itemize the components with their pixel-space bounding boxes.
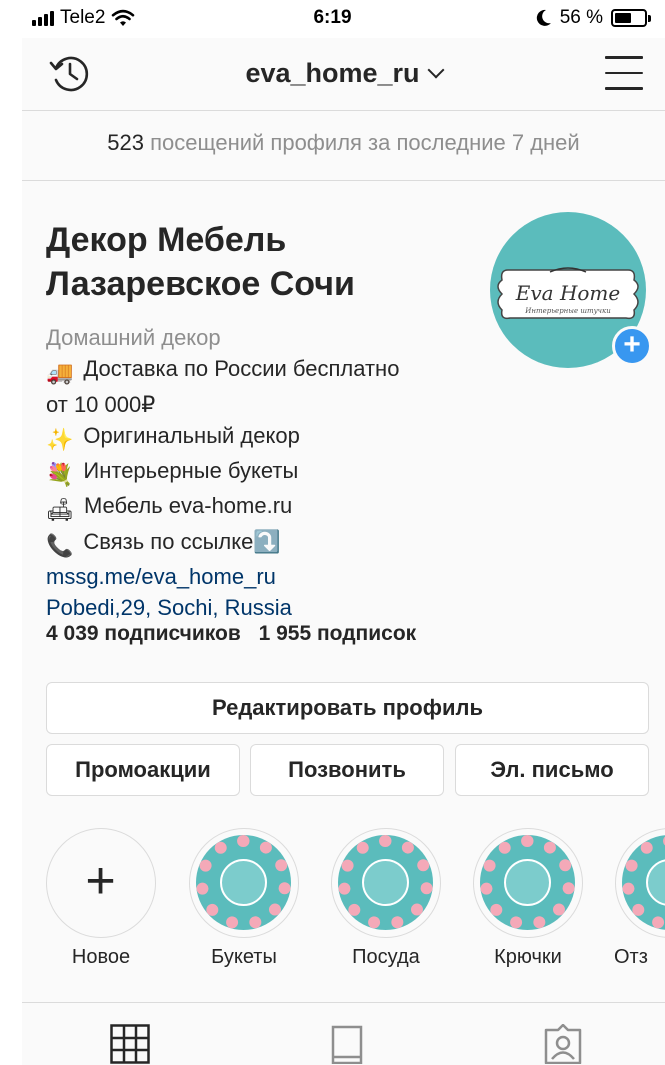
edit-profile-button[interactable]: Редактировать профиль — [46, 682, 649, 734]
profile-address[interactable]: Pobedi,29, Sochi, Russia — [46, 592, 506, 623]
profile-bio: Домашний декор 🚚 Доставка по России беспл… — [46, 322, 506, 624]
followers-count[interactable]: 4 039 подписчиков — [46, 622, 241, 645]
highlight-cover — [480, 835, 575, 930]
plus-icon: + — [85, 852, 116, 910]
profile-name-line1: Декор Мебель — [46, 221, 287, 259]
grid-icon[interactable] — [110, 1024, 150, 1064]
add-story-plus-icon[interactable]: + — [612, 326, 652, 366]
username-dropdown[interactable]: eva_home_ru — [22, 58, 665, 89]
highlight-label: Букеты — [211, 946, 277, 968]
truck-icon: 🚚 — [46, 360, 74, 386]
highlight-label: Новое — [71, 946, 131, 968]
highlight-cover — [196, 835, 291, 930]
bio-line: от 10 000₽ — [46, 389, 506, 420]
profile-stats: 4 039 подписчиков 1 955 подписок — [46, 622, 428, 646]
bio-line-text: Связь по ссылке⤵️ — [83, 528, 281, 554]
hamburger-menu-icon[interactable] — [605, 56, 643, 90]
profile-link[interactable]: mssg.me/eva_home_ru — [46, 561, 506, 592]
feed-icon[interactable] — [327, 1024, 367, 1064]
tagged-icon[interactable] — [543, 1024, 583, 1064]
status-bar: Tele2 6:19 56 % — [0, 0, 665, 38]
bio-line-text: Доставка по России бесплатно — [83, 356, 400, 382]
battery-fill — [615, 13, 631, 23]
profile-tabs — [22, 1004, 665, 1065]
bio-line-text: Мебель eva-home.ru — [83, 493, 293, 519]
following-count[interactable]: 1 955 подписок — [259, 622, 417, 645]
nav-divider — [22, 110, 665, 111]
flower-icon — [220, 859, 267, 906]
eva-home-logo: Eva Home Интерьерные штучки — [497, 267, 639, 320]
status-right: 56 % — [536, 7, 651, 29]
bio-line: 🛋 Мебель eva-home.ru — [46, 490, 506, 525]
logo-text: Eva Home — [515, 281, 620, 305]
profile-name-line2: Лазаревское Сочи — [46, 265, 355, 303]
bio-line: 📞 Связь по ссылке⤵️ — [46, 526, 506, 561]
highlight-cover — [622, 835, 665, 930]
bouquet-icon: 💐 — [46, 462, 74, 488]
highlight-hooks[interactable] — [473, 828, 583, 938]
highlight-dishes[interactable] — [331, 828, 441, 938]
highlight-new[interactable]: + — [46, 828, 156, 938]
battery-icon — [611, 9, 651, 27]
chevron-down-icon — [427, 61, 445, 79]
visits-divider — [22, 180, 665, 181]
username: eva_home_ru — [245, 58, 420, 88]
highlight-bouquets[interactable] — [189, 828, 299, 938]
bio-line-text: Интерьерные букеты — [83, 458, 299, 484]
cup-icon — [362, 859, 409, 906]
bio-line: 🚚 Доставка по России бесплатно — [46, 353, 506, 388]
moon-icon — [536, 9, 551, 26]
hook-icon — [504, 859, 551, 906]
call-button[interactable]: Позвонить — [250, 744, 444, 796]
instagram-profile-screen: Tele2 6:19 56 % eva_home_ru 523 посещени… — [0, 0, 665, 1065]
promotions-button[interactable]: Промоакции — [46, 744, 240, 796]
highlight-cover — [338, 835, 433, 930]
sparkles-icon: ✨ — [46, 426, 74, 452]
bio-line: ✨ Оригинальный декор — [46, 420, 506, 455]
battery-percent: 56 % — [559, 7, 603, 28]
visits-text: посещений профиля за последние 7 дней — [150, 130, 580, 155]
visits-count: 523 — [107, 130, 144, 155]
bio-line-text: от 10 000₽ — [46, 391, 156, 417]
bio-line: 💐 Интерьерные букеты — [46, 455, 506, 490]
email-button[interactable]: Эл. письмо — [455, 744, 649, 796]
couch-icon: 🛋 — [46, 497, 74, 523]
profile-category: Домашний декор — [46, 325, 221, 350]
profile-content: eva_home_ru 523 посещений профиля за пос… — [22, 38, 665, 1065]
highlight-label: Посуда — [352, 946, 420, 968]
left-strip — [0, 38, 22, 1065]
highlight-label: Крючки — [494, 946, 562, 968]
telephone-icon: 📞 — [46, 532, 74, 558]
bio-line-text: Оригинальный декор — [83, 422, 300, 448]
top-navigation: eva_home_ru — [22, 38, 665, 110]
highlight-label: Отз — [614, 946, 648, 968]
profile-visits-banner[interactable]: 523 посещений профиля за последние 7 дне… — [22, 130, 665, 156]
tabbar-divider — [22, 1002, 665, 1003]
logo-subtext: Интерьерные штучки — [524, 307, 611, 315]
highlight-reviews[interactable] — [615, 828, 665, 938]
profile-name: Декор Мебель Лазаревское Сочи — [46, 218, 466, 306]
